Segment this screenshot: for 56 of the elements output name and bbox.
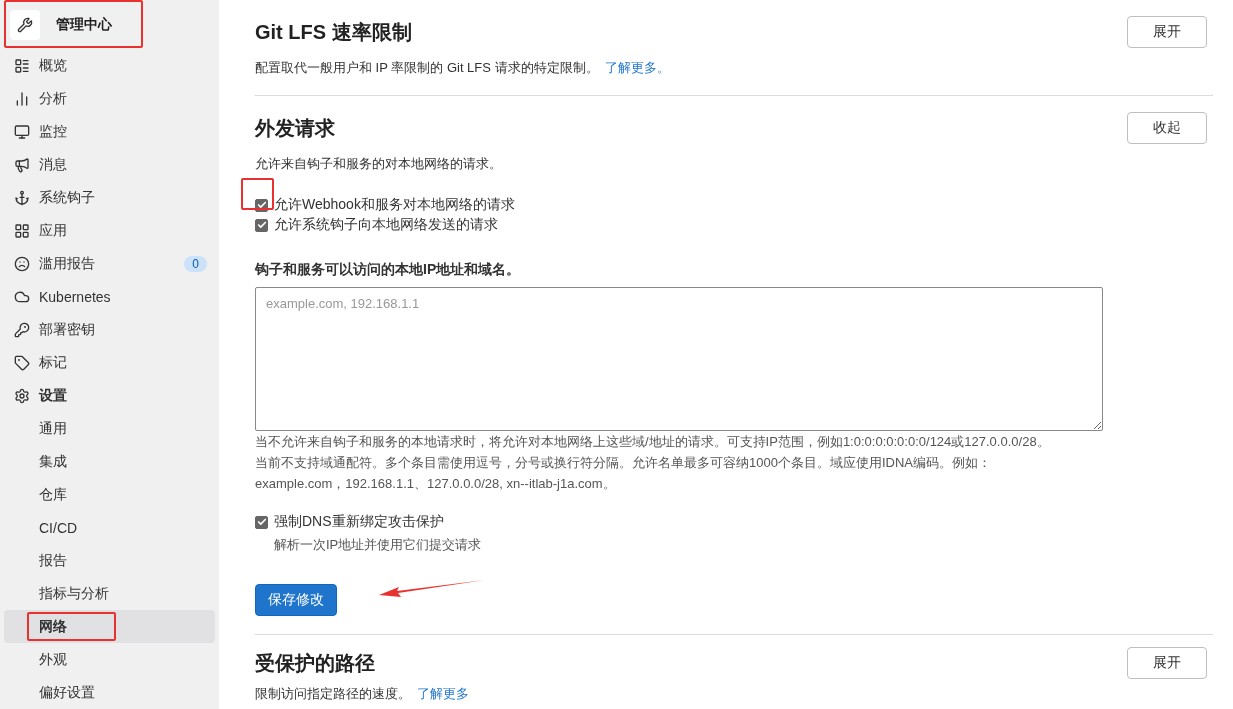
sidebar-title: 管理中心 bbox=[56, 15, 112, 34]
sidebar-item[interactable]: 设置 bbox=[4, 379, 215, 413]
sidebar-item[interactable]: 分析 bbox=[4, 82, 215, 116]
save-button[interactable]: 保存修改 bbox=[255, 584, 337, 616]
sidebar-item[interactable]: 报告 bbox=[4, 544, 215, 578]
sidebar-item[interactable]: 外观 bbox=[4, 643, 215, 677]
help-text: 当不允许来自钩子和服务的本地请求时，将允许对本地网络上这些域/地址的请求。可支持IP范围，例如1:0:0:0:0:0:0:0/124或127.0.0.0/28。 bbox=[255, 433, 1051, 451]
help-text: 当前不支持域通配符。多个条目需使用逗号，分号或换行符分隔。允许名单最多可容纳1000个条目。域应使用IDNA编码。例如： bbox=[255, 454, 992, 472]
toggle-button[interactable]: 展开 bbox=[1127, 647, 1207, 679]
sidebar-item[interactable]: 滥用报告 0 bbox=[4, 247, 215, 281]
monitor-icon bbox=[14, 124, 30, 141]
settings-icon bbox=[14, 387, 30, 404]
section-title: Git LFS 速率限制 bbox=[255, 19, 412, 45]
section-title: 受保护的路径 bbox=[255, 650, 375, 676]
frown-icon bbox=[14, 256, 30, 273]
learn-more-link[interactable]: 了解更多 bbox=[417, 686, 469, 701]
grid-icon bbox=[14, 223, 30, 240]
checkbox[interactable] bbox=[255, 515, 268, 529]
megaphone-icon bbox=[14, 157, 30, 174]
section-description: 配置取代一般用户和 IP 率限制的 Git LFS 请求的特定限制。 了解更多。 bbox=[255, 59, 671, 77]
sidebar-item[interactable]: 概览 bbox=[4, 49, 215, 83]
sidebar-item[interactable]: 部署密钥 bbox=[4, 313, 215, 347]
list-icon bbox=[14, 58, 30, 75]
checkbox[interactable] bbox=[255, 218, 268, 232]
wrench-icon bbox=[10, 9, 40, 40]
toggle-button[interactable]: 收起 bbox=[1127, 112, 1207, 144]
sidebar-item[interactable]: 监控 bbox=[4, 115, 215, 149]
checkbox-label: 强制DNS重新绑定攻击保护 bbox=[274, 513, 444, 531]
anchor-icon bbox=[14, 190, 30, 207]
sidebar-item[interactable]: Kubernetes bbox=[4, 280, 215, 314]
section-description: 允许来自钩子和服务的对本地网络的请求。 bbox=[255, 155, 503, 173]
checkbox-label: 允许Webhook和服务对本地网络的请求 bbox=[274, 196, 515, 214]
sidebar-item[interactable]: 应用 bbox=[4, 214, 215, 248]
section-title: 外发请求 bbox=[255, 115, 335, 141]
sidebar-item[interactable]: CI/CD bbox=[4, 511, 215, 545]
sidebar-item[interactable]: 消息 bbox=[4, 148, 215, 182]
sidebar-item[interactable]: 通用 bbox=[4, 412, 215, 446]
count-badge: 0 bbox=[184, 256, 207, 273]
allowlist-field[interactable]: example.com, 192.168.1.1 bbox=[255, 287, 1103, 431]
toggle-button[interactable]: 展开 bbox=[1127, 16, 1207, 48]
sidebar-item[interactable]: 指标与分析 bbox=[4, 577, 215, 611]
section-description: 限制访问指定路径的速度。 了解更多 bbox=[255, 685, 470, 703]
sidebar-item[interactable]: 集成 bbox=[4, 445, 215, 479]
sidebar-item[interactable]: 仓库 bbox=[4, 478, 215, 512]
chart-icon bbox=[14, 91, 30, 108]
key-icon bbox=[14, 322, 30, 339]
hint-text: 解析一次IP地址并使用它们提交请求 bbox=[274, 536, 483, 554]
sidebar-item[interactable]: 系统钩子 bbox=[4, 181, 215, 215]
tag-icon bbox=[14, 355, 30, 371]
help-text: example.com，192.168.1.1、127.0.0.0/28, xn--itlab-j1a.com。 bbox=[255, 475, 617, 493]
sidebar-item[interactable]: 偏好设置 bbox=[4, 676, 215, 709]
sidebar-item[interactable]: 网络 bbox=[4, 610, 215, 644]
field-label: 钩子和服务可以访问的本地IP地址和域名。 bbox=[255, 261, 522, 279]
checkbox-label: 允许系统钩子向本地网络发送的请求 bbox=[274, 216, 498, 234]
learn-more-link[interactable]: 了解更多。 bbox=[604, 60, 670, 75]
sidebar-item[interactable]: 标记 bbox=[4, 346, 215, 380]
